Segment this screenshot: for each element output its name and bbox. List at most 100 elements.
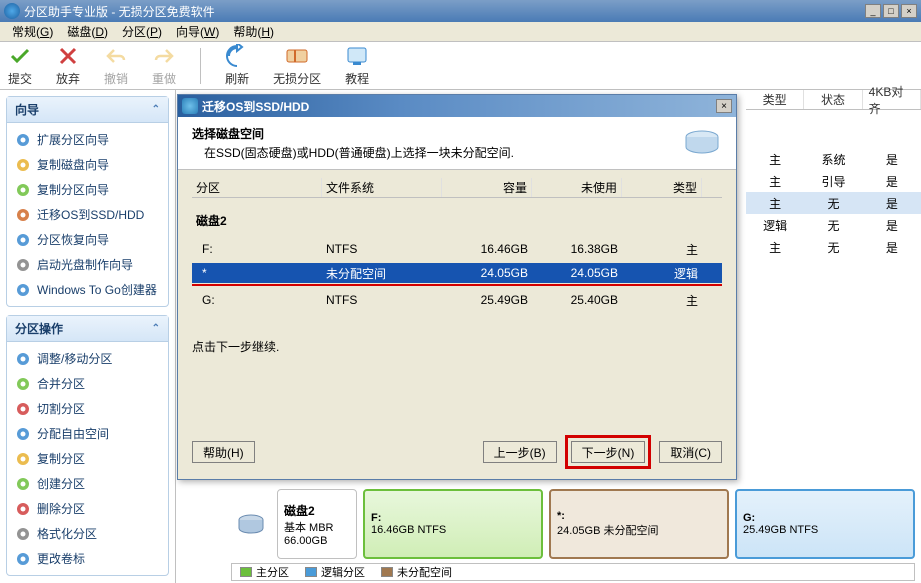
table-row[interactable]: 主无是 [746, 236, 921, 258]
cancel-button[interactable]: 取消(C) [659, 441, 722, 463]
resize-icon [15, 351, 31, 367]
menu-p[interactable]: 分区(P) [116, 21, 168, 42]
format-icon [15, 526, 31, 542]
collapse-icon[interactable]: ⌃ [152, 104, 160, 115]
toolbar: 提交放弃撤销重做 刷新无损分区教程 [0, 42, 921, 90]
tool-cancel[interactable]: 放弃 [56, 44, 80, 87]
partition-F[interactable]: F:16.46GB NTFS [363, 489, 543, 559]
migrate-icon [15, 207, 31, 223]
delete-icon [15, 501, 31, 517]
dialog-header: 选择磁盘空间 在SSD(固态硬盘)或HDD(普通硬盘)上选择一块未分配空间. [178, 117, 736, 170]
dialog-titlebar[interactable]: 迁移OS到SSD/HDD × [178, 95, 736, 117]
disk-map: 磁盘2 基本 MBR 66.00GB F:16.46GB NTFS*:24.05… [231, 489, 915, 559]
menu-d[interactable]: 磁盘(D) [61, 21, 114, 42]
modal-column-header[interactable]: 未使用 [532, 178, 622, 197]
ops-header[interactable]: 分区操作 ⌃ [7, 316, 168, 342]
modal-column-header[interactable]: 容量 [442, 178, 532, 197]
legend-item: 主分区 [240, 564, 289, 580]
minimize-button[interactable]: _ [865, 4, 881, 18]
expand-icon [15, 132, 31, 148]
column-header[interactable]: 状态 [804, 90, 862, 109]
modal-row[interactable]: F:NTFS16.46GB16.38GB主 [192, 239, 722, 259]
disk-info[interactable]: 磁盘2 基本 MBR 66.00GB [277, 489, 357, 559]
column-header[interactable]: 4KB对齐 [863, 90, 921, 109]
copydisk-icon [15, 157, 31, 173]
highlight-underline [192, 284, 722, 286]
sidebar-item-create[interactable]: 创建分区 [7, 471, 168, 496]
sidebar-item-delete[interactable]: 删除分区 [7, 496, 168, 521]
menu-g[interactable]: 常规(G) [6, 21, 59, 42]
migrate-os-dialog: 迁移OS到SSD/HDD × 选择磁盘空间 在SSD(固态硬盘)或HDD(普通硬… [177, 94, 737, 480]
table-row[interactable]: 主无是 [746, 192, 921, 214]
tool-undo: 撤销 [104, 44, 128, 87]
dialog-subheading: 在SSD(固态硬盘)或HDD(普通硬盘)上选择一块未分配空间. [192, 144, 682, 161]
split-icon [15, 401, 31, 417]
back-button[interactable]: 上一步(B) [483, 441, 557, 463]
modal-column-header[interactable]: 分区 [192, 178, 322, 197]
sidebar-item-wtg[interactable]: Windows To Go创建器 [7, 277, 168, 302]
hint-text: 点击下一步继续. [192, 338, 722, 355]
wizards-header[interactable]: 向导 ⌃ [7, 97, 168, 123]
legend-item: 未分配空间 [381, 564, 452, 580]
partition-G[interactable]: G:25.49GB NTFS [735, 489, 915, 559]
menu-w[interactable]: 向导(W) [170, 21, 225, 42]
sidebar-item-copypart[interactable]: 复制分区向导 [7, 177, 168, 202]
table-row[interactable]: 主引导是 [746, 170, 921, 192]
sidebar-item-label[interactable]: 更改卷标 [7, 546, 168, 571]
legend: 主分区逻辑分区未分配空间 [231, 563, 915, 581]
merge-icon [15, 376, 31, 392]
refresh-icon [225, 44, 249, 68]
tool-check[interactable]: 提交 [8, 44, 32, 87]
disk-type: 基本 MBR [284, 519, 350, 535]
sidebar-item-split[interactable]: 切割分区 [7, 396, 168, 421]
dialog-close-button[interactable]: × [716, 99, 732, 113]
close-button[interactable]: × [901, 4, 917, 18]
undo-icon [104, 44, 128, 68]
legend-item: 逻辑分区 [305, 564, 365, 580]
disk-label: 磁盘2 [284, 502, 350, 519]
maximize-button[interactable]: □ [883, 4, 899, 18]
partition-*[interactable]: *:24.05GB 未分配空间 [549, 489, 729, 559]
next-button[interactable]: 下一步(N) [571, 441, 646, 463]
ops-title: 分区操作 [15, 320, 63, 337]
sidebar-item-migrate[interactable]: 迁移OS到SSD/HDD [7, 202, 168, 227]
sidebar-item-resize[interactable]: 调整/移动分区 [7, 346, 168, 371]
sidebar-item-merge[interactable]: 合并分区 [7, 371, 168, 396]
sidebar: 向导 ⌃ 扩展分区向导复制磁盘向导复制分区向导迁移OS到SSD/HDD分区恢复向… [0, 90, 175, 583]
ops-panel: 分区操作 ⌃ 调整/移动分区合并分区切割分区分配自由空间复制分区创建分区删除分区… [6, 315, 169, 576]
help-button[interactable]: 帮助(H) [192, 441, 255, 463]
sidebar-item-format[interactable]: 格式化分区 [7, 521, 168, 546]
sidebar-item-copy[interactable]: 复制分区 [7, 446, 168, 471]
disk-size: 66.00GB [284, 535, 350, 547]
sidebar-item-allocate[interactable]: 分配自由空间 [7, 421, 168, 446]
partition-icon [285, 44, 309, 68]
sidebar-item-bootdisc[interactable]: 启动光盘制作向导 [7, 252, 168, 277]
modal-row[interactable]: *未分配空间24.05GB24.05GB逻辑 [192, 263, 722, 283]
modal-row[interactable]: G:NTFS25.49GB25.40GB主 [192, 290, 722, 310]
sidebar-item-expand[interactable]: 扩展分区向导 [7, 127, 168, 152]
disk-icon [231, 489, 271, 559]
window-title: 分区助手专业版 - 无损分区免费软件 [24, 3, 865, 20]
menu-h[interactable]: 帮助(H) [227, 21, 280, 42]
dialog-icon [182, 98, 198, 114]
titlebar: 分区助手专业版 - 无损分区免费软件 _ □ × [0, 0, 921, 22]
tool-tutorial[interactable]: 教程 [345, 44, 369, 87]
tool-refresh[interactable]: 刷新 [225, 44, 249, 87]
column-header[interactable]: 类型 [746, 90, 804, 109]
dialog-title: 迁移OS到SSD/HDD [202, 98, 716, 115]
sidebar-item-copydisk[interactable]: 复制磁盘向导 [7, 152, 168, 177]
disk-art-icon [682, 125, 722, 157]
modal-column-header[interactable]: 文件系统 [322, 178, 442, 197]
copy-icon [15, 451, 31, 467]
tool-redo: 重做 [152, 44, 176, 87]
modal-column-header[interactable]: 类型 [622, 178, 702, 197]
collapse-icon[interactable]: ⌃ [152, 323, 160, 334]
sidebar-item-recover[interactable]: 分区恢复向导 [7, 227, 168, 252]
table-row[interactable]: 逻辑无是 [746, 214, 921, 236]
create-icon [15, 476, 31, 492]
disk-group-label: 磁盘2 [192, 212, 722, 229]
tool-partition[interactable]: 无损分区 [273, 44, 321, 87]
table-row[interactable]: 主系统是 [746, 148, 921, 170]
menubar: 常规(G)磁盘(D)分区(P)向导(W)帮助(H) [0, 22, 921, 42]
label-icon [15, 551, 31, 567]
